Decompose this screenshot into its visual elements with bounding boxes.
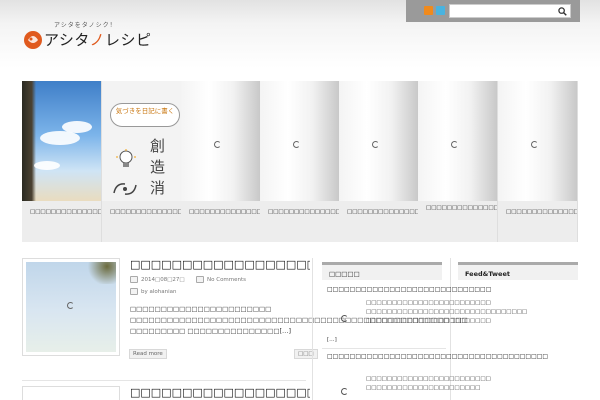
rss-icon[interactable] [424,6,433,15]
logo-mark-icon [24,31,42,49]
post-date: 2014□08□27□ [130,276,185,283]
column-separator [312,258,313,400]
loading-icon [293,141,300,148]
post-entry: □□□□□□□□□□□□□□□□□□□□□□□□□□□□□□□□□□□ [22,386,312,400]
loading-icon [372,141,379,148]
slide-caption: □□□□□□□□□□□□□□□□□□□□□□□□□□□□□□□□□□□□□□□□… [418,201,497,242]
popular-posts-widget: □□□□□ [322,262,442,280]
loading-icon [531,141,538,148]
slide-1[interactable]: □□□□□□□□□□□□□□□□□□□□□□□□□□□□□□□□ [22,81,102,242]
widget-post-title[interactable]: □□□□□□□□□□□□□□□□□□□□□□□□□□□□□ [327,286,491,293]
loading-icon [214,141,221,148]
post-thumbnail[interactable] [22,258,120,356]
slide-image: 気づきを日記に書く 創 造 消 [102,81,181,201]
post-excerpt: □□□□□□□□□□□□□□□□□□□□□□□ □□□□□□□□□□□□□□□□… [130,305,468,335]
slide-6[interactable]: □□□□□□□□□□□□□□□□□□□□□□□□□□□□□□□□□□□□□□□□… [418,81,498,242]
lightbulb-icon [116,149,136,167]
search-icon[interactable] [558,7,567,16]
widget-thumbnail[interactable] [331,378,359,400]
site-logo[interactable]: アシタをタノシク！ アシタノレシピ [22,20,152,54]
loading-icon [341,388,348,395]
slide-bubble-text: 気づきを日記に書く [110,103,180,127]
post-author: by alohanian [130,288,176,295]
slide-image [22,81,101,201]
search-box [449,4,571,18]
slide-caption: □□□□□□□□□□□□□□□□□□□□□□□□□□□□□□ [260,201,339,242]
post-divider [22,380,306,381]
site-tagline: アシタをタノシク！ [54,22,117,29]
widget-thumbnail[interactable] [331,305,359,333]
read-more-button[interactable]: Read more [129,349,167,359]
post-comments[interactable]: No Comments [196,276,246,283]
slide-caption: □□□□□□□□□□□□□□□□□□□□□□□PC□□□□□□ [339,201,418,242]
widget-more-link[interactable]: […] [327,336,337,345]
site-name: アシタノレシピ [44,31,152,49]
widget-title: Feed&Tweet [458,262,578,280]
widget-post-excerpt: □□□□□□□□□□□□□□□□□□□□□□□□ □□□□□□□□□□□□□□□… [366,376,491,391]
widget-title: □□□□□ [322,262,442,280]
slide-7[interactable]: □□□□□□□□□□□□□□□□□□□□□□ [498,81,578,242]
slide-caption: □□□□□□□□□□□□□□□□□□□□□□□□□□□□ [181,201,260,242]
loading-icon [67,302,74,309]
widget-post-title[interactable]: □□□□□□□□□□□□□□□□□□□□□□□□□□□□□□□□□□□□□□□ [327,353,548,360]
post-aux-button[interactable]: □□□ [294,349,318,359]
comment-icon [196,276,204,283]
widget-post-excerpt: □□□□□□□□□□□□□□□□□□□□□□□□ □□□□□□□□□□□□□□□… [366,300,528,324]
slide-5[interactable]: □□□□□□□□□□□□□□□□□□□□□□□PC□□□□□□ [339,81,419,242]
post-title[interactable]: □□□□□□□□□□□□□□□□□□□□□□□□□□□□□□□□□□□ [130,386,310,399]
search-input[interactable] [450,5,550,17]
featured-slider: □□□□□□□□□□□□□□□□□□□□□□□□□□□□□□□□ 気づきを日記に… [22,81,578,242]
post-thumbnail[interactable] [22,386,120,400]
widget-item-divider [322,348,446,349]
calendar-icon [130,276,138,283]
loading-icon [451,141,458,148]
slide-2[interactable]: 気づきを日記に書く 創 造 消 □□□□□□□□□□□□□□□□□□□□□□□□… [102,81,182,242]
cycle-arrows-icon [113,183,137,195]
feed-widget: Feed&Tweet [458,262,578,280]
slide-4[interactable]: □□□□□□□□□□□□□□□□□□□□□□□□□□□□□□ [260,81,340,242]
post-entry: □□□□□□□□□□□□□□□□□□□□□□□□□□□ 2014□08□27□ … [22,258,468,378]
author-icon [130,288,138,295]
slide-caption: □□□□□□□□□□□□□□□□□□□□□□□□□□□□□□□□ [22,201,101,242]
slide-caption: □□□□□□□□□□□□□□□□□□□□□□ [498,201,577,242]
utility-bar [406,0,580,22]
loading-icon [341,315,348,322]
post-title[interactable]: □□□□□□□□□□□□□□□□□□□□□□□□□□□ [130,258,310,271]
slide-caption: □□□□□□□□□□□□□□□□□□□□□□□□□□□□□□□□□□□□ [102,201,181,242]
twitter-icon[interactable] [436,6,445,15]
slide-3[interactable]: □□□□□□□□□□□□□□□□□□□□□□□□□□□□ [181,81,261,242]
